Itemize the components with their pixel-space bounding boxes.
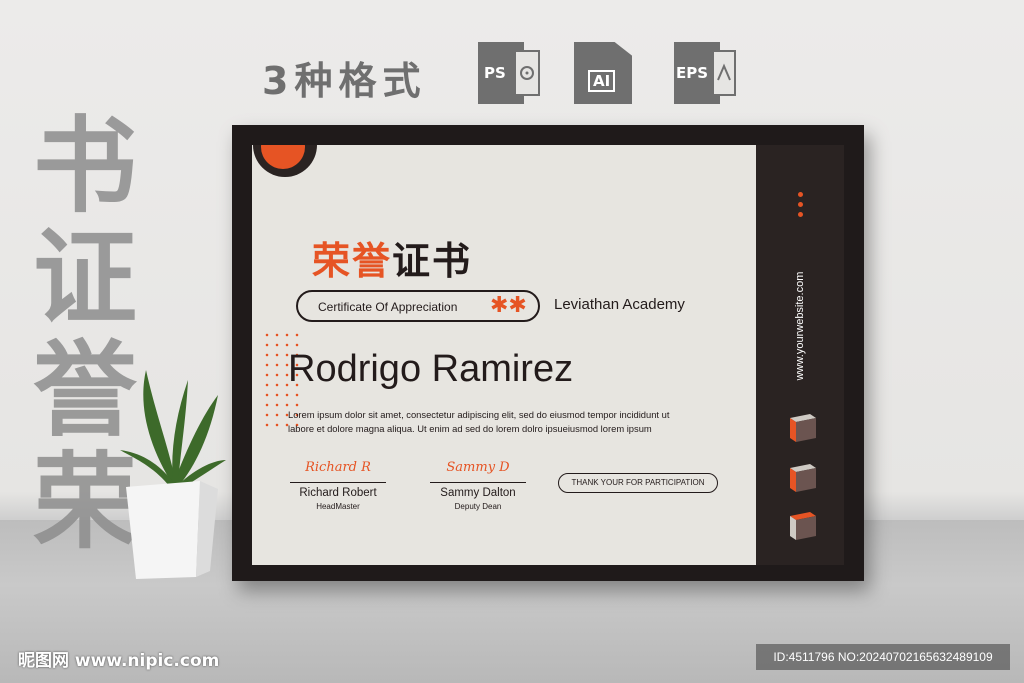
title-red: 荣誉: [312, 238, 393, 283]
red-dot: [798, 212, 803, 217]
signature-block: Sammy D Sammy Dalton Deputy Dean: [418, 460, 538, 511]
signature-script: Sammy D: [446, 460, 510, 475]
red-dot: [798, 202, 803, 207]
signature-line: [290, 482, 386, 483]
ps-label: PS: [484, 64, 506, 82]
ps-file-icon: PS: [478, 42, 540, 104]
certificate-body: Lorem ipsum dolor sit amet, consectetur …: [288, 409, 670, 434]
ai-file-icon: AI: [574, 42, 636, 104]
certificate-subtitle: Certificate Of Appreciation: [318, 300, 458, 314]
signer-role: HeadMaster: [316, 502, 360, 511]
signature-line: [430, 482, 526, 483]
footer-watermark: 昵图网 www.nipic.com: [18, 651, 220, 671]
ai-label: AI: [588, 70, 616, 92]
eps-file-icon: EPS: [674, 42, 736, 104]
cube-icon: [790, 464, 816, 492]
recipient-name: Rodrigo Ramirez: [288, 348, 574, 390]
asterisk-icon: ✱✱: [490, 293, 527, 318]
signer-role: Deputy Dean: [454, 502, 502, 511]
signer-name: Sammy Dalton: [440, 487, 516, 499]
format-heading: 3种格式: [262, 59, 427, 103]
potted-plant-image: [120, 370, 226, 579]
cube-icon: [790, 414, 816, 442]
cube-icon: [790, 512, 816, 540]
thanks-pill: THANK YOUR FOR PARTICIPATION: [558, 473, 718, 493]
signature-block: Richard R Richard Robert HeadMaster: [278, 460, 398, 511]
eps-label: EPS: [676, 64, 709, 82]
signer-name: Richard Robert: [299, 487, 377, 499]
subtitle-pill: Certificate Of Appreciation ✱✱: [296, 290, 540, 322]
website-text: www.yourwebsite.com: [794, 271, 806, 381]
signature-script: Richard R: [305, 460, 371, 475]
vertical-char: 证: [32, 217, 137, 339]
vertical-char: 书: [32, 105, 137, 227]
certificate-title: 荣誉证书: [312, 230, 472, 285]
title-black: 证书: [392, 238, 473, 283]
academy-name: Leviathan Academy: [554, 296, 685, 313]
footer-id: ID:4511796 NO:20240702165632489109: [756, 644, 1010, 670]
red-dot: [798, 192, 803, 197]
